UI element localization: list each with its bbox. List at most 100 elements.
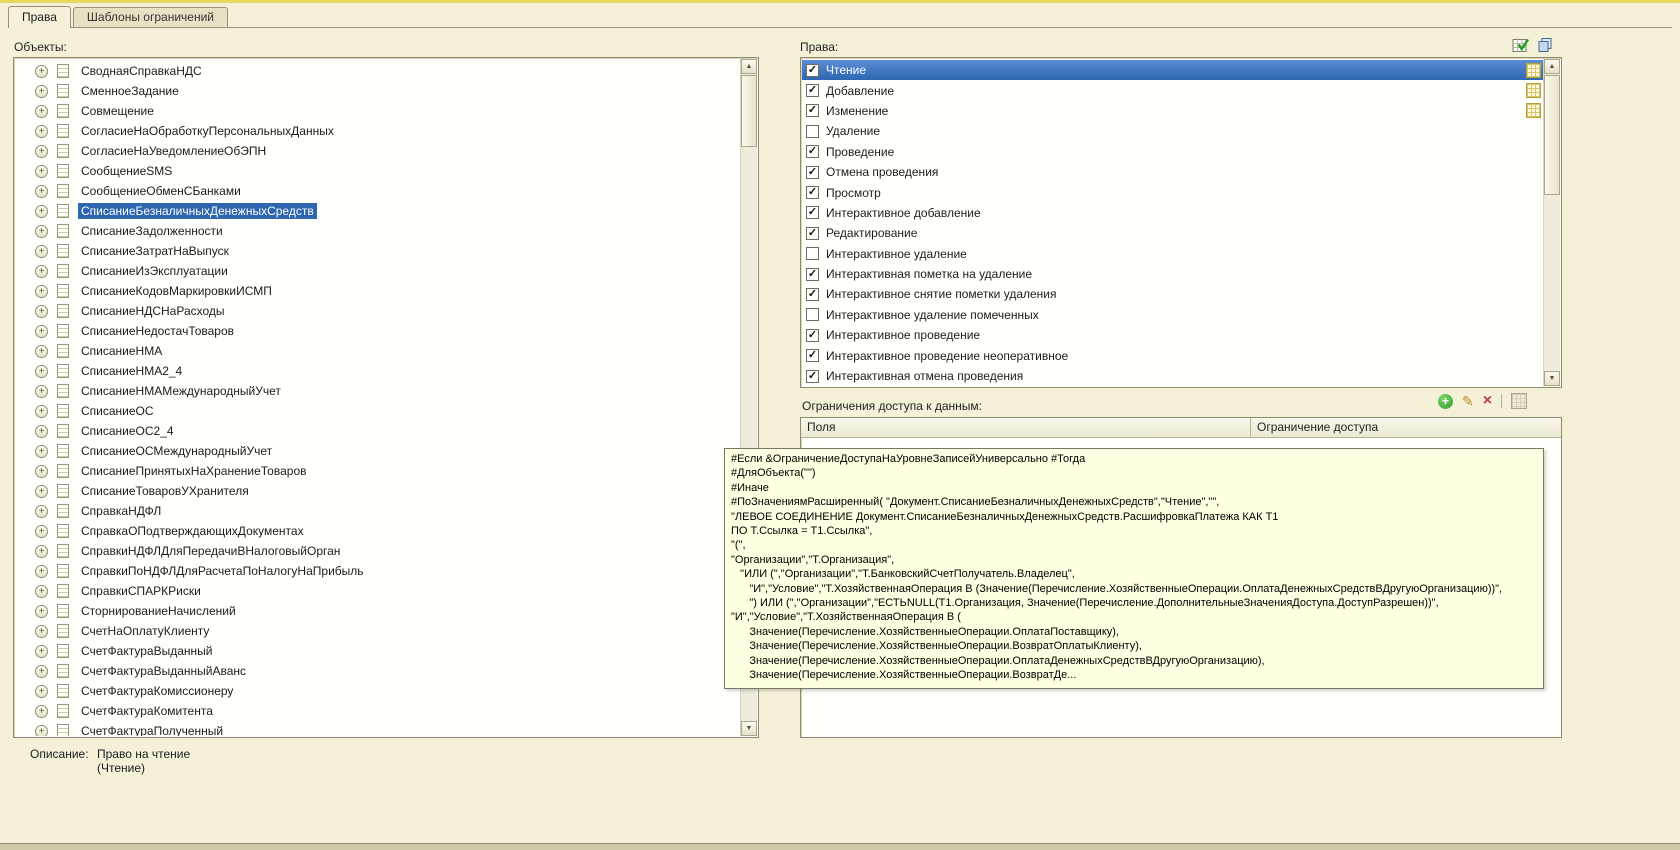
tree-item[interactable]: + СчетФактураВыданный: [15, 641, 741, 661]
tree-item[interactable]: + СправкиНДФЛДляПередачиВНалоговыйОрган: [15, 541, 741, 561]
expand-icon[interactable]: +: [35, 304, 48, 318]
checkbox[interactable]: ✓: [806, 206, 819, 220]
tree-item[interactable]: + СообщениеSMS: [15, 161, 741, 181]
tree-item[interactable]: + СписаниеОС: [15, 401, 741, 421]
rights-scrollbar[interactable]: ▲ ▼: [1543, 59, 1560, 386]
checkbox[interactable]: ✓: [806, 63, 819, 77]
checkbox[interactable]: [806, 247, 819, 261]
tree-item[interactable]: + СогласиеНаУведомлениеОбЭПН: [15, 141, 741, 161]
expand-icon[interactable]: +: [35, 664, 48, 678]
expand-icon[interactable]: +: [35, 64, 48, 78]
expand-icon[interactable]: +: [35, 104, 48, 118]
tree-item[interactable]: + СчетФактураКомитента: [15, 701, 741, 721]
expand-icon[interactable]: +: [35, 684, 48, 698]
expand-icon[interactable]: +: [35, 344, 48, 358]
scroll-up-icon[interactable]: ▲: [741, 59, 757, 74]
tree-item[interactable]: + СправкиПоНДФЛДляРасчетаПоНалогуНаПрибыл…: [15, 561, 741, 581]
tree-item[interactable]: + СписаниеОС2_4: [15, 421, 741, 441]
right-item[interactable]: ✓ Чтение: [802, 60, 1544, 81]
checkbox[interactable]: ✓: [806, 328, 819, 342]
tree-item[interactable]: + СписаниеИзЭксплуатации: [15, 261, 741, 281]
tree-item[interactable]: + СписаниеНМАМеждународныйУчет: [15, 381, 741, 401]
right-item[interactable]: ✓ Просмотр: [802, 182, 1544, 202]
checkbox[interactable]: ✓: [806, 186, 819, 200]
tree-item[interactable]: + СписаниеНМА: [15, 341, 741, 361]
tree-item[interactable]: + СписаниеКодовМаркировкиИСМП: [15, 281, 741, 301]
tree-item[interactable]: + СписаниеБезналичныхДенежныхСредств: [15, 201, 741, 221]
right-item[interactable]: ✓ Интерактивное проведение: [802, 325, 1544, 345]
checkbox[interactable]: [806, 308, 819, 322]
right-item[interactable]: ✓ Редактирование: [802, 223, 1544, 243]
expand-icon[interactable]: +: [35, 324, 48, 338]
right-item[interactable]: ✓ Интерактивное снятие пометки удаления: [802, 284, 1544, 304]
right-item[interactable]: ✓ Добавление: [802, 80, 1544, 100]
expand-icon[interactable]: +: [35, 724, 48, 736]
scrollbar-thumb[interactable]: [1544, 75, 1560, 195]
tree-item[interactable]: + СписаниеЗадолженности: [15, 221, 741, 241]
expand-icon[interactable]: +: [35, 384, 48, 398]
tree-item[interactable]: + СообщениеОбменСБанками: [15, 181, 741, 201]
expand-icon[interactable]: +: [35, 504, 48, 518]
enable-all-rights-icon[interactable]: [1512, 37, 1530, 53]
expand-icon[interactable]: +: [35, 164, 48, 178]
expand-icon[interactable]: +: [35, 84, 48, 98]
column-header-fields[interactable]: Поля: [801, 418, 1251, 437]
right-item[interactable]: ✓ Отмена проведения: [802, 162, 1544, 182]
right-item[interactable]: ✓ Проведение: [802, 142, 1544, 162]
expand-icon[interactable]: +: [35, 424, 48, 438]
tree-item[interactable]: + СторнированиеНачислений: [15, 601, 741, 621]
copy-rights-icon[interactable]: [1537, 37, 1554, 53]
checkbox[interactable]: ✓: [806, 165, 819, 179]
expand-icon[interactable]: +: [35, 244, 48, 258]
checkbox[interactable]: ✓: [806, 226, 819, 240]
tree-item[interactable]: + СправкаОПодтверждающихДокументах: [15, 521, 741, 541]
checkbox[interactable]: [806, 124, 819, 138]
column-header-restriction[interactable]: Ограничение доступа: [1251, 418, 1561, 437]
expand-icon[interactable]: +: [35, 604, 48, 618]
expand-icon[interactable]: +: [35, 704, 48, 718]
tree-item[interactable]: + СписаниеТоваровУХранителя: [15, 481, 741, 501]
right-item[interactable]: ✓ Интерактивная пометка на удаление: [802, 264, 1544, 284]
expand-icon[interactable]: +: [35, 144, 48, 158]
expand-icon[interactable]: +: [35, 544, 48, 558]
expand-icon[interactable]: +: [35, 524, 48, 538]
expand-icon[interactable]: +: [35, 224, 48, 238]
expand-icon[interactable]: +: [35, 464, 48, 478]
right-item[interactable]: ✓ Интерактивное добавление: [802, 203, 1544, 223]
tree-item[interactable]: + СогласиеНаОбработкуПерсональныхДанных: [15, 121, 741, 141]
tree-item[interactable]: + СчетНаОплатуКлиенту: [15, 621, 741, 641]
expand-icon[interactable]: +: [35, 364, 48, 378]
edit-restriction-button[interactable]: ✎: [1462, 393, 1474, 409]
checkbox[interactable]: ✓: [806, 104, 819, 118]
tree-item[interactable]: + Совмещение: [15, 101, 741, 121]
expand-icon[interactable]: +: [35, 564, 48, 578]
right-item[interactable]: ✓ Изменение: [802, 101, 1544, 121]
expand-icon[interactable]: +: [35, 444, 48, 458]
checkbox[interactable]: ✓: [806, 369, 819, 383]
tree-item[interactable]: + СписаниеНДСНаРасходы: [15, 301, 741, 321]
checkbox[interactable]: ✓: [806, 145, 819, 159]
tree-item[interactable]: + СводнаяСправкаНДС: [15, 61, 741, 81]
scroll-down-icon[interactable]: ▼: [741, 721, 757, 736]
delete-restriction-button[interactable]: ×: [1483, 393, 1492, 409]
checkbox[interactable]: ✓: [806, 267, 819, 281]
tree-item[interactable]: + СменноеЗадание: [15, 81, 741, 101]
tree-item[interactable]: + СчетФактураПолученный: [15, 721, 741, 736]
expand-icon[interactable]: +: [35, 184, 48, 198]
expand-icon[interactable]: +: [35, 284, 48, 298]
expand-icon[interactable]: +: [35, 624, 48, 638]
tab-restriction-templates[interactable]: Шаблоны ограничений: [72, 7, 228, 27]
right-item[interactable]: Интерактивное удаление: [802, 244, 1544, 264]
right-item[interactable]: ✓ Интерактивная отмена проведения: [802, 366, 1544, 386]
checkbox[interactable]: ✓: [806, 349, 819, 363]
checkbox[interactable]: ✓: [806, 287, 819, 301]
tree-item[interactable]: + СписаниеНедостачТоваров: [15, 321, 741, 341]
expand-icon[interactable]: +: [35, 264, 48, 278]
tree-item[interactable]: + СправкаНДФЛ: [15, 501, 741, 521]
right-item[interactable]: Интерактивное удаление помеченных: [802, 305, 1544, 325]
scrollbar-thumb[interactable]: [741, 75, 757, 147]
expand-icon[interactable]: +: [35, 404, 48, 418]
checkbox[interactable]: ✓: [806, 84, 819, 98]
tree-item[interactable]: + СписаниеНМА2_4: [15, 361, 741, 381]
right-item[interactable]: Удаление: [802, 121, 1544, 141]
